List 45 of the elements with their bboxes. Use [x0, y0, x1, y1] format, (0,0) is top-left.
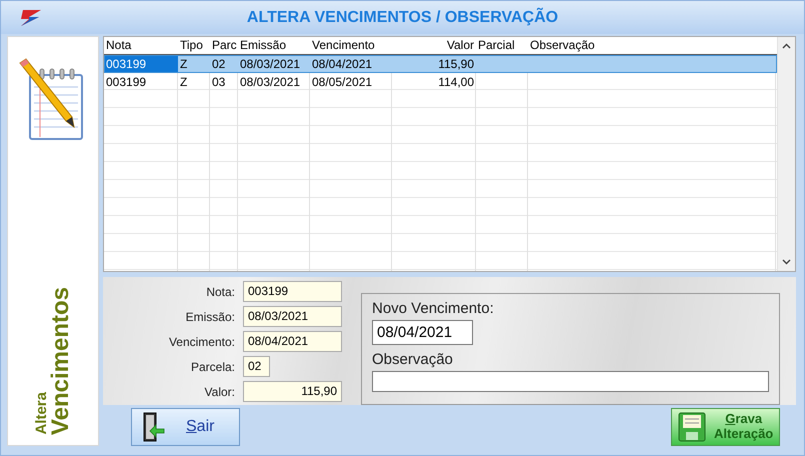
- table-cell-text: 003199: [105, 74, 148, 91]
- scroll-up-icon[interactable]: [782, 43, 791, 49]
- window-title: ALTERA VENCIMENTOS / OBSERVAÇÃO: [246, 8, 560, 26]
- field-label: Novo Vencimento:: [372, 300, 494, 317]
- field-label: Parcela:: [190, 360, 235, 374]
- table-cell-text: 114,00: [437, 74, 475, 91]
- table-row[interactable]: 003199 Z 02 08/03/2021 08/04/2021 115,90: [104, 55, 777, 73]
- save-button[interactable]: Grava Alteração: [671, 408, 780, 446]
- table-cell-text: 08/05/2021: [311, 74, 374, 91]
- table-cell-text: 08/03/2021: [239, 56, 302, 73]
- exit-button[interactable]: Sair: [131, 408, 240, 446]
- column-header[interactable]: Nota: [104, 37, 178, 54]
- scroll-down-icon[interactable]: [782, 259, 791, 265]
- field-label: Vencimento:: [168, 334, 235, 348]
- table-cell-text: Z: [179, 74, 188, 91]
- field-label: Valor:: [204, 384, 235, 398]
- date-field[interactable]: 08/04/2021: [372, 320, 473, 345]
- table-cell-text: 08/04/2021: [311, 56, 374, 73]
- table-cell-text: 03: [211, 74, 226, 91]
- column-header[interactable]: Tipo: [178, 37, 210, 54]
- table-cell-text: 02: [211, 56, 226, 73]
- table-row[interactable]: 003199 Z 03 08/03/2021 08/05/2021 114,00: [104, 73, 777, 91]
- input-field[interactable]: 003199: [243, 281, 342, 302]
- column-header[interactable]: Parcial: [476, 37, 528, 54]
- input-field[interactable]: 08/03/2021: [243, 306, 342, 327]
- input-field[interactable]: 02: [243, 356, 270, 377]
- table-cell-text: 08/03/2021: [239, 74, 302, 91]
- side-caption: Altera: [34, 392, 48, 435]
- side-title: Vencimentos: [48, 286, 72, 435]
- field-label: Observação: [372, 351, 453, 368]
- column-header[interactable]: Emissão: [238, 37, 310, 54]
- table-cell: 003199: [104, 55, 178, 73]
- column-header[interactable]: Observação: [528, 37, 776, 54]
- column-header[interactable]: Valor: [392, 37, 476, 54]
- input-field[interactable]: 115,90: [243, 381, 342, 402]
- field-label: Emissão:: [184, 310, 235, 324]
- table-cell-text: Z: [179, 56, 188, 73]
- column-header[interactable]: Parc: [210, 37, 238, 54]
- logo-icon: [19, 8, 43, 26]
- scrollbar[interactable]: [777, 37, 795, 271]
- input-field[interactable]: 08/04/2021: [243, 331, 342, 352]
- column-header[interactable]: Vencimento: [310, 37, 392, 54]
- field-label: Nota:: [205, 284, 235, 298]
- table-cell-text: 115,90: [437, 56, 475, 73]
- input-field[interactable]: [372, 371, 769, 392]
